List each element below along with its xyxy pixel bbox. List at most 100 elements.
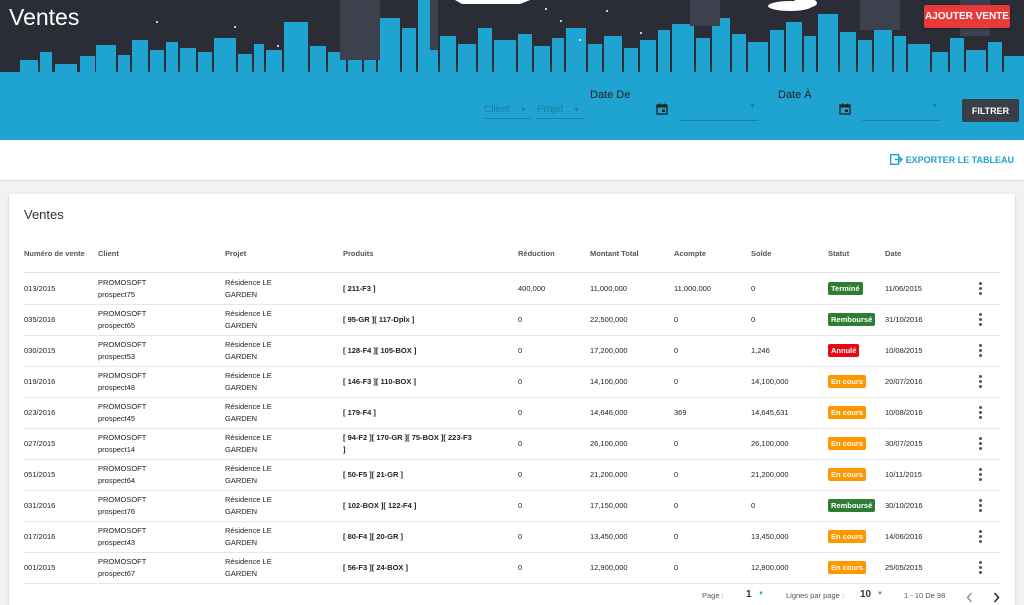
cell-produits: [ 102-BOX ][ 122-F4 ] (343, 490, 416, 521)
cell-produits-line-1: [ 80-F4 ][ 20-GR ] (343, 531, 404, 541)
more-vert-icon[interactable] (979, 437, 982, 450)
column-header-acompte[interactable]: Acompte (674, 249, 706, 258)
more-vert-icon[interactable] (979, 375, 982, 388)
rows-per-page-select[interactable]: 10 (860, 589, 871, 600)
filter-button[interactable]: FILTRER (962, 99, 1019, 122)
table-row[interactable]: 001/2015 PROMOSOFT prospect67 Résidence LE G… (24, 552, 1000, 584)
cell-client: PROMOSOFT prospect43 (98, 521, 146, 552)
column-header-montant-total[interactable]: Montant Total (590, 249, 639, 258)
more-vert-icon[interactable] (979, 530, 982, 543)
cell-numero: 051/2015 (24, 469, 56, 479)
more-vert-icon[interactable] (979, 282, 982, 295)
column-header-client[interactable]: Client (98, 249, 119, 258)
cell-produits: [ 211-F3 ] (343, 273, 376, 304)
table-row[interactable]: 027/2015 PROMOSOFT prospect14 Résidence LE G… (24, 428, 1000, 460)
status-badge: En cours (828, 529, 867, 544)
cell-reduction: 0 (518, 345, 523, 355)
chevron-down-icon[interactable]: ▼ (758, 591, 764, 597)
cell-statut: En cours (828, 397, 867, 428)
add-sale-button[interactable]: AJOUTER VENTE (924, 5, 1010, 28)
client-select[interactable]: Client ▼ (484, 104, 527, 115)
status-badge: Remboursé (828, 498, 876, 513)
more-vert-icon[interactable] (979, 468, 982, 481)
cell-client-text: PROMOSOFT prospect65 (98, 308, 146, 331)
calendar-icon[interactable] (839, 103, 851, 115)
calendar-icon[interactable] (656, 103, 668, 115)
column-header-numero[interactable]: Numéro de vente (24, 249, 85, 258)
status-badge: En cours (828, 560, 867, 575)
dot (979, 530, 982, 533)
header-banner: Ventes AJOUTER VENTE Client ▼ Projet ▼ D… (0, 0, 1024, 140)
cell-montant-total: 17,200,000 (590, 345, 628, 355)
cell-numero: 031/2016 (24, 500, 56, 510)
cell-numero: 001/2015 (24, 562, 56, 572)
chevron-down-icon[interactable]: ▼ (877, 591, 883, 597)
date-to-input[interactable] (862, 120, 940, 121)
column-header-projet[interactable]: Projet (225, 249, 246, 258)
cell-solde: 0 (751, 314, 756, 324)
cell-statut: En cours (828, 366, 867, 397)
card-title: Ventes (24, 207, 64, 222)
page-select[interactable]: 1 (746, 589, 752, 600)
cell-produits-line-1: [ 102-BOX ][ 122-F4 ] (343, 500, 417, 510)
more-vert-icon[interactable] (979, 406, 982, 419)
more-vert-icon[interactable] (979, 499, 982, 512)
cell-montant-total: 14,646,000 (590, 407, 628, 417)
cell-client-text: PROMOSOFT prospect76 (98, 494, 146, 517)
cell-reduction: 0 (518, 500, 523, 510)
city-skyline-illustration (0, 0, 1024, 140)
column-header-produits[interactable]: Produits (343, 249, 373, 258)
cell-produits-line-2: ] (343, 444, 346, 454)
date-from-input[interactable] (680, 120, 758, 121)
dot (979, 561, 982, 564)
table-row[interactable]: 013/2015 PROMOSOFT prospect75 Résidence LE G… (24, 273, 1000, 305)
cell-projet: Résidence LE GARDEN (225, 273, 272, 304)
export-table-button[interactable]: EXPORTER LE TABLEAU (889, 154, 1014, 165)
cell-date: 20/07/2016 (885, 376, 923, 386)
cell-projet-text: Résidence LE GARDEN (225, 277, 272, 300)
column-header-reduction[interactable]: Réduction (518, 249, 555, 258)
cell-projet-text: Résidence LE GARDEN (225, 432, 272, 455)
more-vert-icon[interactable] (979, 561, 982, 574)
projet-select-placeholder: Projet (537, 104, 564, 115)
column-header-solde[interactable]: Solde (751, 249, 771, 258)
cell-statut: Remboursé (828, 304, 876, 335)
cell-projet-line-1: Résidence LE (225, 401, 272, 411)
cell-client-text: PROMOSOFT prospect48 (98, 370, 146, 393)
column-header-statut[interactable]: Statut (828, 249, 849, 258)
cell-projet: Résidence LE GARDEN (225, 428, 272, 459)
table-row[interactable]: 017/2016 PROMOSOFT prospect43 Résidence LE G… (24, 521, 1000, 553)
cell-solde: 14,100,000 (751, 376, 789, 386)
cell-projet: Résidence LE GARDEN (225, 490, 272, 521)
chevron-down-icon[interactable]: ▼ (749, 103, 756, 110)
table-row[interactable]: 051/2015 PROMOSOFT prospect64 Résidence LE G… (24, 459, 1000, 491)
cell-numero: 017/2016 (24, 531, 56, 541)
cell-client-text: PROMOSOFT prospect67 (98, 556, 146, 579)
column-header-date[interactable]: Date (885, 249, 901, 258)
cell-produits-text: [ 179-F4 ] (343, 407, 376, 419)
cell-projet-line-1: Résidence LE (225, 494, 272, 504)
chevron-left-icon[interactable] (966, 592, 973, 603)
cell-numero: 030/2015 (24, 345, 56, 355)
chevron-down-icon[interactable]: ▼ (931, 103, 938, 110)
cell-client: PROMOSOFT prospect45 (98, 397, 146, 428)
cell-produits-text: [ 211-F3 ] (343, 283, 376, 295)
cell-produits-text: [ 50-F5 ][ 21-GR ] (343, 469, 403, 481)
cell-produits: [ 80-F4 ][ 20-GR ] (343, 521, 403, 552)
cell-reduction: 0 (518, 314, 523, 324)
more-vert-icon[interactable] (979, 313, 982, 326)
table-row[interactable]: 035/2016 PROMOSOFT prospect65 Résidence LE G… (24, 304, 1000, 336)
cell-montant-total: 17,150,000 (590, 500, 628, 510)
cell-date: 11/06/2015 (885, 283, 922, 293)
chevron-right-icon[interactable] (993, 592, 1000, 603)
cell-solde: 21,200,000 (751, 469, 789, 479)
table-row[interactable]: 019/2016 PROMOSOFT prospect48 Résidence LE G… (24, 366, 1000, 398)
table-row[interactable]: 030/2015 PROMOSOFT prospect53 Résidence LE G… (24, 335, 1000, 367)
cell-client-line-1: PROMOSOFT (98, 556, 147, 566)
table-row[interactable]: 031/2016 PROMOSOFT prospect76 Résidence LE G… (24, 490, 1000, 522)
more-vert-icon[interactable] (979, 344, 982, 357)
cell-projet-line-1: Résidence LE (225, 432, 272, 442)
table-row[interactable]: 023/2016 PROMOSOFT prospect45 Résidence LE G… (24, 397, 1000, 429)
cell-date: 30/07/2015 (885, 438, 923, 448)
projet-select[interactable]: Projet ▼ (537, 104, 580, 115)
